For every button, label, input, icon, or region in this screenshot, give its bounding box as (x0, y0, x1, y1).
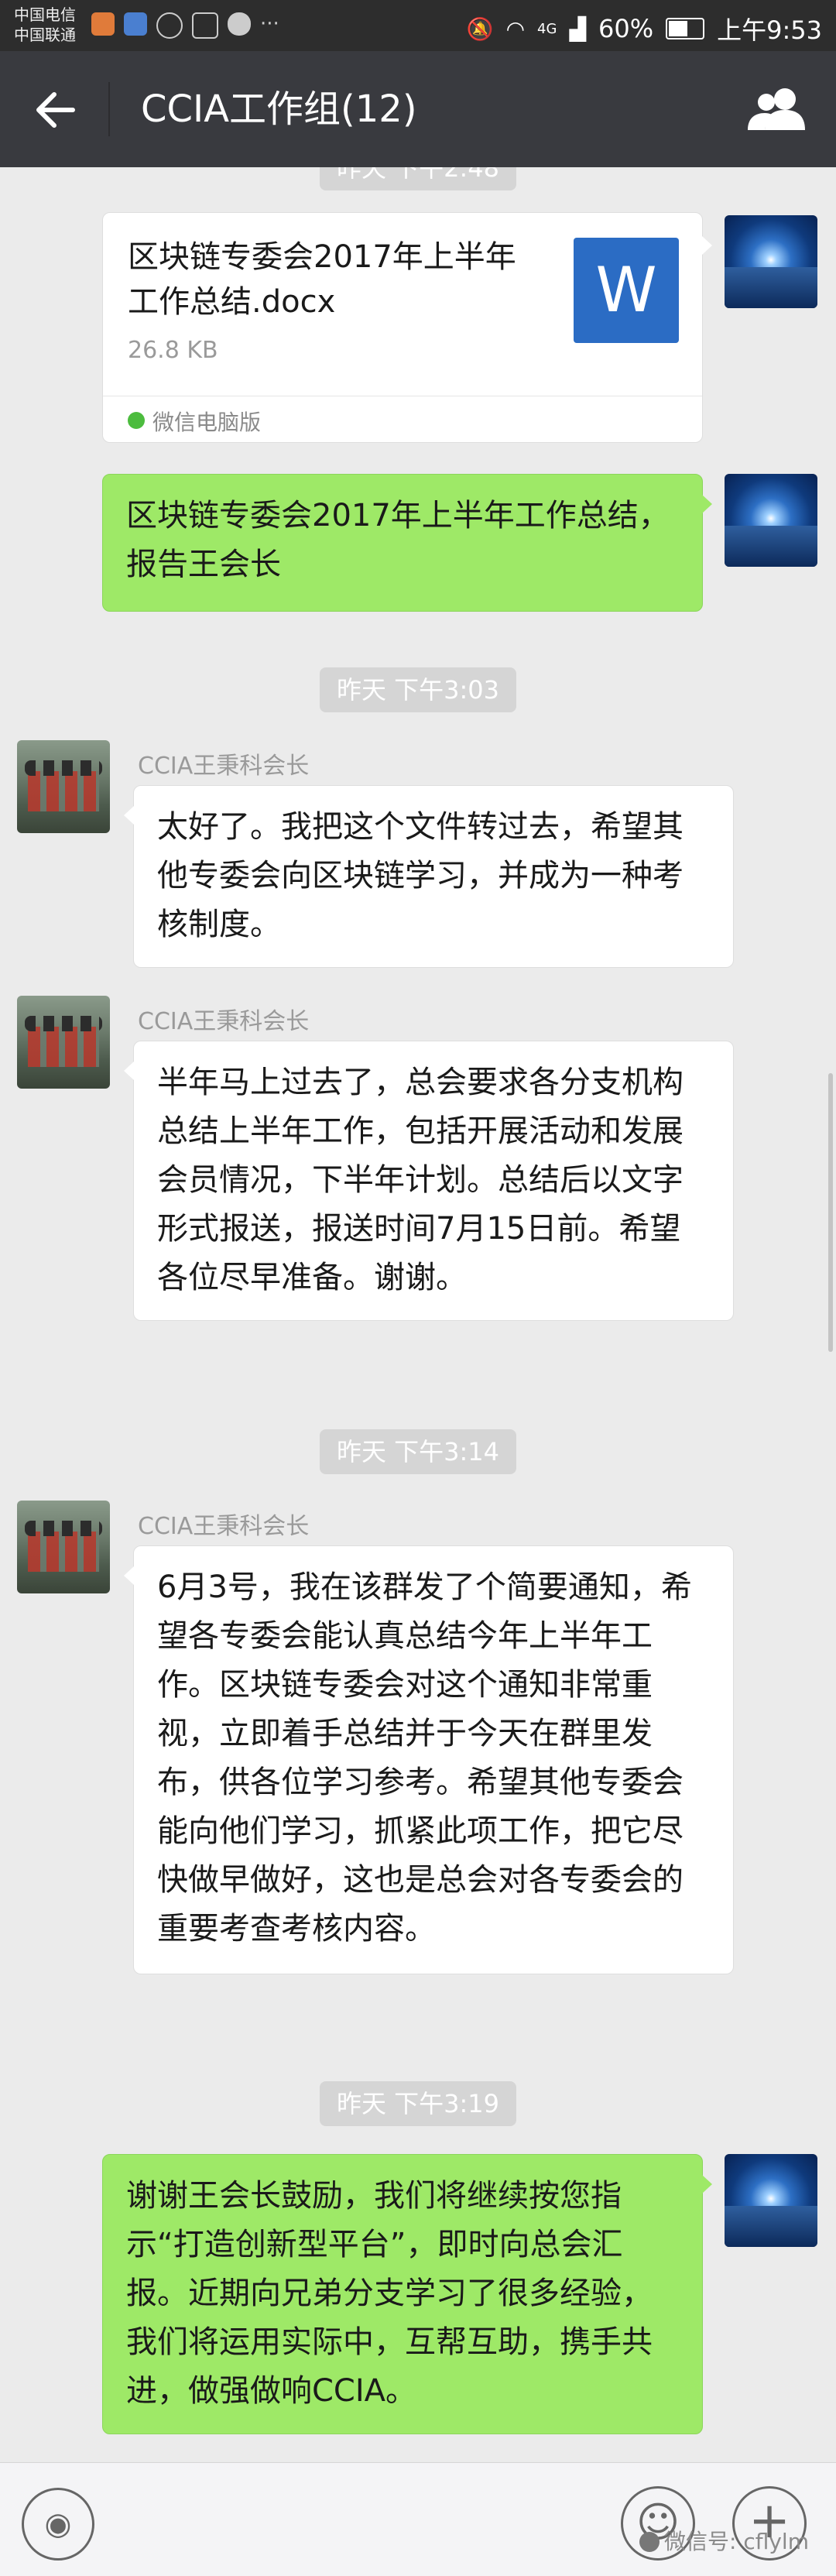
message-bubble-outgoing[interactable]: 区块链专委会2017年上半年工作总结，报告王会长 (102, 474, 712, 612)
message-bubble-incoming[interactable]: 6月3号，我在该群发了个简要通知，希望各专委会能认真总结今年上半年工作。区块链专… (124, 1545, 734, 1974)
avatar-wang[interactable] (17, 1501, 110, 1593)
more-dots-icon: ··· (260, 12, 279, 36)
app-notification-icon (91, 12, 115, 36)
header-divider (108, 82, 110, 136)
sender-name: CCIA王秉科会长 (138, 1008, 310, 1035)
back-button[interactable] (34, 88, 77, 139)
avatar-wang[interactable] (17, 996, 110, 1089)
watermark: 微信号: cflylm (639, 2525, 809, 2556)
voice-icon: ◉ (44, 2506, 72, 2542)
group-info-button[interactable] (746, 85, 808, 132)
sender-name: CCIA王秉科会长 (138, 753, 310, 780)
file-size: 26.8 KB (128, 337, 218, 364)
voice-button[interactable]: ◉ (22, 2488, 94, 2561)
sender-name: CCIA王秉科会长 (138, 1513, 310, 1540)
watermark-text: 微信号: cflylm (664, 2529, 809, 2554)
arrow-left-icon (36, 92, 75, 128)
avatar-me[interactable] (725, 2154, 817, 2247)
battery-percent: 60% (598, 14, 654, 43)
battery-icon (666, 18, 705, 39)
file-source-bar: 微信电脑版 (103, 396, 702, 444)
carrier-1: 中国电信 (14, 5, 76, 24)
carrier-2: 中国联通 (14, 26, 76, 44)
chat-header: CCIA工作组(12) (0, 51, 836, 167)
timestamp: 昨天 下午2:48 (319, 167, 517, 190)
avatar-me[interactable] (725, 474, 817, 567)
scrollbar[interactable] (828, 1073, 833, 1352)
cloud-icon (228, 12, 251, 36)
lock-icon (192, 12, 218, 39)
status-right: 🔕 ◠ 4G ▟ 60% 上午9:53 (467, 11, 822, 46)
file-name: 区块链专委会2017年上半年工作总结.docx (128, 239, 516, 320)
network-type: 4G (537, 20, 557, 37)
timestamp: 昨天 下午3:03 (319, 667, 517, 712)
app-notification-icon (124, 12, 147, 36)
avatar-wang[interactable] (17, 740, 110, 833)
sync-icon (156, 12, 183, 39)
group-members-icon (748, 88, 805, 130)
mute-icon: 🔕 (466, 15, 494, 42)
chat-messages[interactable]: 昨天 下午2:48 区块链专委会2017年上半年工作总结.docx 26.8 K… (0, 167, 836, 2462)
notification-icons: ··· (91, 12, 279, 39)
message-bubble-incoming[interactable]: 太好了。我把这个文件转过去，希望其他专委会向区块链学习，并成为一种考核制度。 (124, 785, 734, 968)
wifi-icon: ◠ (505, 15, 526, 42)
word-document-icon: W (574, 238, 679, 343)
clock: 上午9:53 (717, 15, 822, 45)
wechat-icon (128, 412, 145, 429)
wechat-logo-icon (639, 2532, 660, 2552)
chat-title: CCIA工作组(12) (141, 87, 417, 131)
timestamp: 昨天 下午3:19 (319, 2081, 517, 2126)
message-bubble-incoming[interactable]: 半年马上过去了，总会要求各分支机构总结上半年工作，包括开展活动和发展会员情况，下… (124, 1041, 734, 1321)
status-bar: 中国电信 中国联通 ··· 🔕 ◠ 4G ▟ 60% 上午9:53 (0, 0, 836, 51)
file-message[interactable]: 区块链专委会2017年上半年工作总结.docx 26.8 KB W 微信电脑版 (102, 212, 712, 444)
avatar-me[interactable] (725, 215, 817, 308)
timestamp: 昨天 下午3:14 (319, 1429, 517, 1474)
input-bar: ◉ ☺ + 微信号: cflylm (0, 2462, 836, 2576)
carrier-info: 中国电信 中国联通 (14, 5, 76, 45)
file-source: 微信电脑版 (152, 410, 262, 435)
signal-icon: ▟ (569, 15, 586, 42)
message-bubble-outgoing[interactable]: 谢谢王会长鼓励，我们将继续按您指示“打造创新型平台”，即时向总会汇报。近期向兄弟… (102, 2154, 712, 2434)
